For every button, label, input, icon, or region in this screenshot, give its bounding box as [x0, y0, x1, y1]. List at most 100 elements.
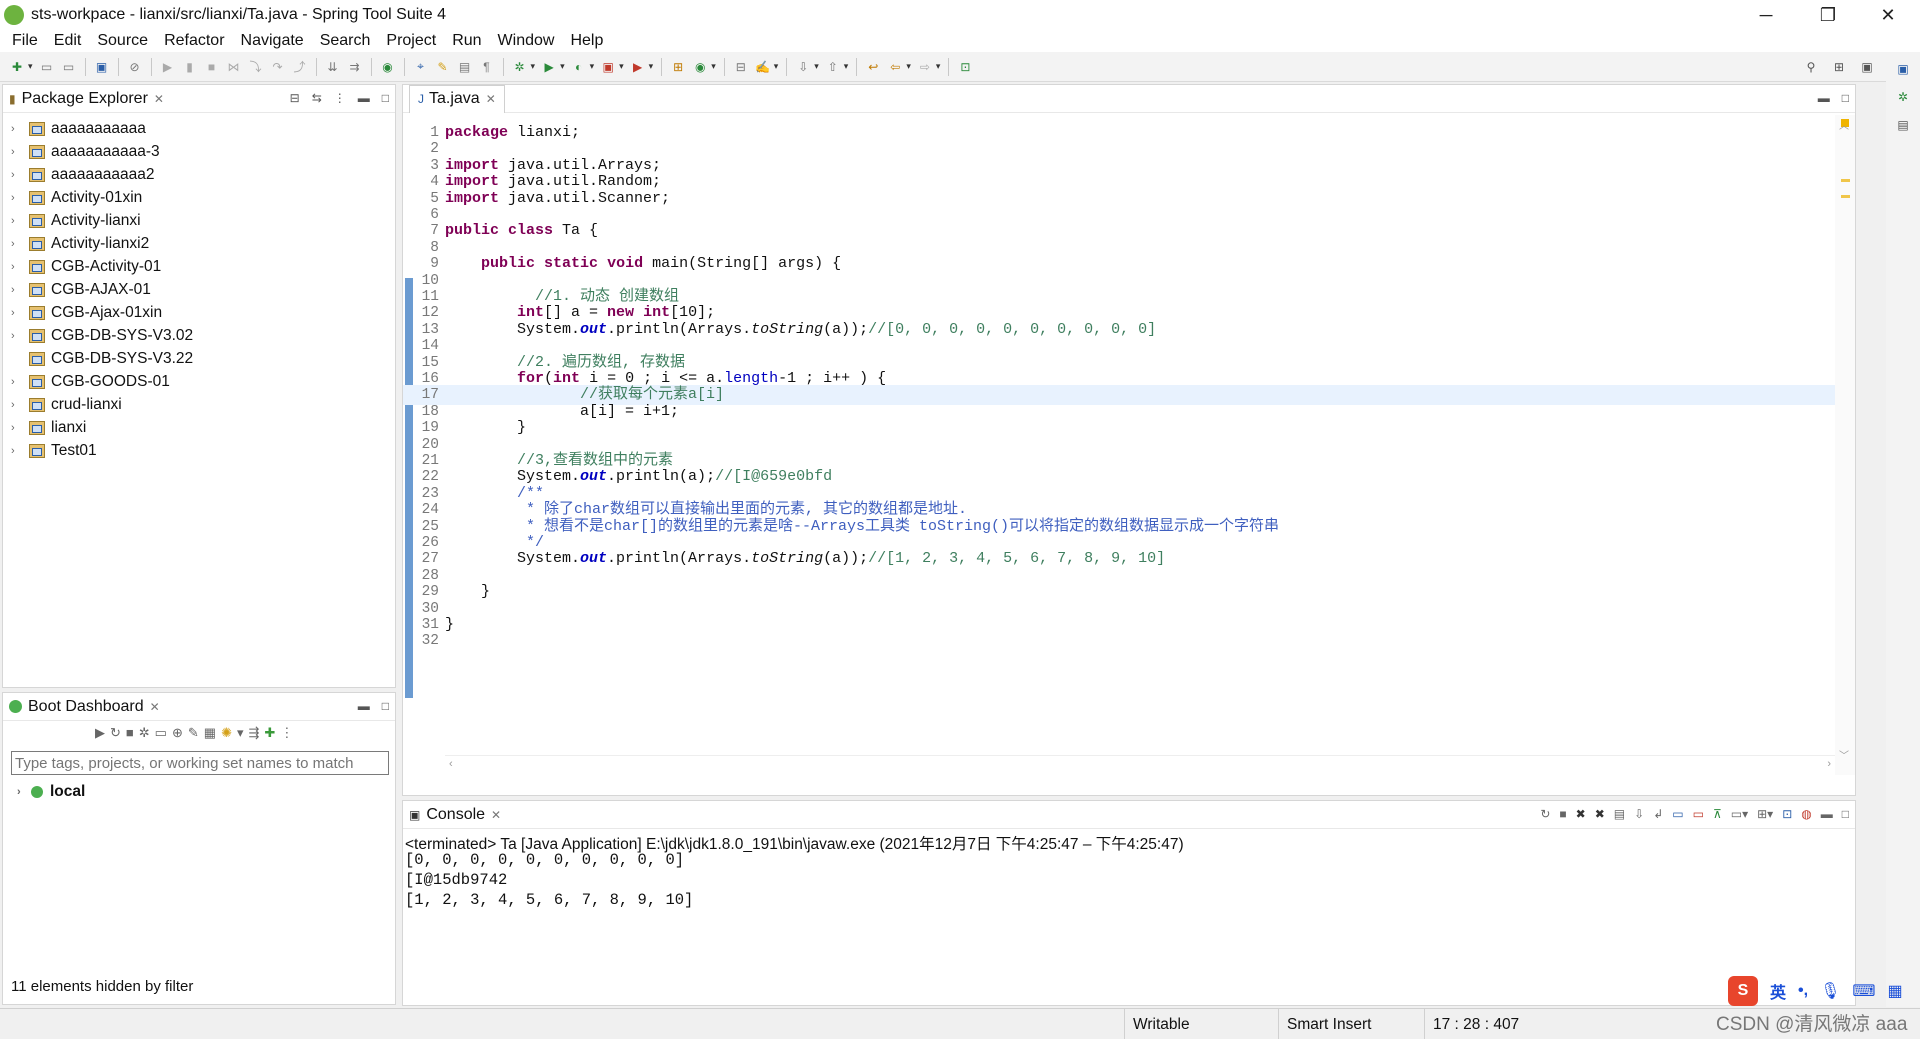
- project-item[interactable]: › Activity-lianxi2: [3, 232, 395, 255]
- chevron-right-icon[interactable]: ›: [11, 215, 25, 227]
- step-return-icon[interactable]: ⤴: [291, 58, 309, 76]
- dropdown-icon[interactable]: ▾: [711, 61, 716, 72]
- edit-icon[interactable]: ✎: [188, 725, 199, 741]
- menu-run[interactable]: Run: [444, 32, 489, 50]
- toggle-breadcrumb-icon[interactable]: ⌖: [412, 58, 430, 76]
- project-item[interactable]: › CGB-DB-SYS-V3.02: [3, 324, 395, 347]
- scroll-down-icon[interactable]: ﹀: [1839, 747, 1849, 762]
- remove-launch-icon[interactable]: ✖: [1576, 807, 1586, 821]
- quick-access-search-icon[interactable]: ⚲: [1802, 58, 1820, 76]
- show-properties-icon[interactable]: ▦: [204, 725, 216, 741]
- coverage-icon[interactable]: ◐: [570, 58, 588, 76]
- chevron-right-icon[interactable]: ›: [11, 376, 25, 388]
- link-icon[interactable]: ⊡: [1782, 807, 1792, 821]
- debug-icon[interactable]: ✲: [139, 725, 150, 741]
- project-item[interactable]: › CGB-GOODS-01: [3, 370, 395, 393]
- minimized-view-icon[interactable]: ▤: [1894, 116, 1912, 134]
- chevron-right-icon[interactable]: ›: [11, 330, 25, 342]
- last-edit-icon[interactable]: ↩: [864, 58, 882, 76]
- menu-search[interactable]: Search: [312, 32, 379, 50]
- menu-project[interactable]: Project: [378, 32, 444, 50]
- run-icon[interactable]: ▶: [540, 58, 558, 76]
- show-whitespace-icon[interactable]: ¶: [478, 58, 496, 76]
- debug-icon[interactable]: ✲: [511, 58, 529, 76]
- overview-ruler[interactable]: ︿ ﹀: [1835, 115, 1855, 775]
- start-icon[interactable]: ▶: [95, 725, 105, 741]
- chevron-right-icon[interactable]: ›: [11, 284, 25, 296]
- minimize-button[interactable]: ─: [1738, 0, 1794, 30]
- dropdown-icon[interactable]: ▾: [560, 61, 565, 72]
- open-task-icon[interactable]: ⊟: [732, 58, 750, 76]
- dropdown-icon[interactable]: ▾: [237, 725, 244, 741]
- close-icon[interactable]: ✕: [154, 92, 164, 106]
- back-icon[interactable]: ⇦: [886, 58, 904, 76]
- boot-filter-input[interactable]: [11, 751, 389, 775]
- project-item[interactable]: › aaaaaaaaaaa-3: [3, 140, 395, 163]
- chevron-right-icon[interactable]: ›: [11, 146, 25, 158]
- chevron-right-icon[interactable]: ›: [11, 422, 25, 434]
- sogou-icon[interactable]: S: [1728, 976, 1758, 1006]
- java-console-icon[interactable]: ◍: [1801, 807, 1811, 821]
- code-editor[interactable]: 1 package lianxi; 2 3 import java.util.Array…: [403, 115, 1855, 775]
- dropdown-icon[interactable]: ▾: [590, 61, 595, 72]
- use-step-filters-icon[interactable]: ⇉: [346, 58, 364, 76]
- new-java-project-icon[interactable]: ⊞: [669, 58, 687, 76]
- dropdown-icon[interactable]: ▾: [936, 61, 941, 72]
- scroll-left-icon[interactable]: ‹: [449, 758, 453, 770]
- chevron-right-icon[interactable]: ›: [11, 261, 25, 273]
- step-into-icon[interactable]: ⤵: [247, 58, 265, 76]
- restore-button[interactable]: ❐: [1800, 0, 1856, 30]
- menu-refactor[interactable]: Refactor: [156, 32, 232, 50]
- microphone-icon[interactable]: 🎙: [1820, 981, 1840, 1001]
- display-console-icon[interactable]: ▭▾: [1731, 807, 1748, 821]
- dropdown-icon[interactable]: ▾: [619, 61, 624, 72]
- link-editor-icon[interactable]: ⇆: [312, 91, 322, 105]
- open-console-icon[interactable]: ▭: [155, 725, 167, 741]
- new-icon[interactable]: ✚: [8, 58, 26, 76]
- new-class-icon[interactable]: ◉: [691, 58, 709, 76]
- forward-icon[interactable]: ⇨: [916, 58, 934, 76]
- chevron-right-icon[interactable]: ›: [11, 238, 25, 250]
- close-icon[interactable]: ✕: [491, 808, 501, 822]
- boot-dashboard-tab[interactable]: Boot Dashboard ✕ ▬ □: [3, 693, 395, 721]
- prev-annotation-icon[interactable]: ⇧: [824, 58, 842, 76]
- project-item[interactable]: › Activity-01xin: [3, 186, 395, 209]
- minimize-view-icon[interactable]: ▬: [1821, 807, 1833, 821]
- drop-frame-icon[interactable]: ⇊: [324, 58, 342, 76]
- perspective-icon[interactable]: ▣: [1894, 60, 1912, 78]
- project-item[interactable]: CGB-DB-SYS-V3.22: [3, 347, 395, 370]
- open-perspective-icon[interactable]: ⊞: [1830, 58, 1848, 76]
- save-all-icon[interactable]: ▭: [60, 58, 78, 76]
- ime-punct-indicator[interactable]: •,: [1798, 982, 1808, 1000]
- open-type-icon[interactable]: ▣: [93, 58, 111, 76]
- minimize-view-icon[interactable]: ▬: [358, 91, 370, 105]
- menu-help[interactable]: Help: [562, 32, 611, 50]
- chevron-right-icon[interactable]: ›: [17, 786, 31, 798]
- project-item[interactable]: › Activity-lianxi: [3, 209, 395, 232]
- dropdown-icon[interactable]: ▾: [28, 61, 33, 72]
- block-selection-icon[interactable]: ▤: [456, 58, 474, 76]
- keyboard-icon[interactable]: ⌨: [1852, 981, 1875, 1001]
- chevron-right-icon[interactable]: ›: [11, 307, 25, 319]
- resume-icon[interactable]: ▶: [159, 58, 177, 76]
- scroll-up-icon[interactable]: ︿: [1839, 117, 1849, 132]
- word-wrap-icon[interactable]: ↲: [1653, 807, 1663, 821]
- boot-dashboard-icon[interactable]: ◉: [379, 58, 397, 76]
- maximize-view-icon[interactable]: □: [1842, 807, 1849, 821]
- dropdown-icon[interactable]: ▾: [906, 61, 911, 72]
- search-icon[interactable]: ✍: [754, 58, 772, 76]
- dropdown-icon[interactable]: ▾: [774, 61, 779, 72]
- close-icon[interactable]: ✕: [486, 92, 496, 106]
- ime-lang-indicator[interactable]: 英: [1770, 979, 1786, 1003]
- editor-horizontal-scrollbar[interactable]: ‹ ›: [445, 755, 1835, 775]
- menu-source[interactable]: Source: [89, 32, 156, 50]
- run-last-icon[interactable]: ▶: [629, 58, 647, 76]
- chevron-right-icon[interactable]: ›: [11, 399, 25, 411]
- project-item[interactable]: › crud-lianxi: [3, 393, 395, 416]
- show-stderr-icon[interactable]: ▭: [1693, 807, 1704, 821]
- close-button[interactable]: ✕: [1860, 0, 1916, 30]
- project-item[interactable]: › aaaaaaaaaaa2: [3, 163, 395, 186]
- project-item[interactable]: › aaaaaaaaaaa: [3, 117, 395, 140]
- terminate-icon[interactable]: ■: [203, 58, 221, 76]
- maximize-view-icon[interactable]: □: [382, 699, 389, 713]
